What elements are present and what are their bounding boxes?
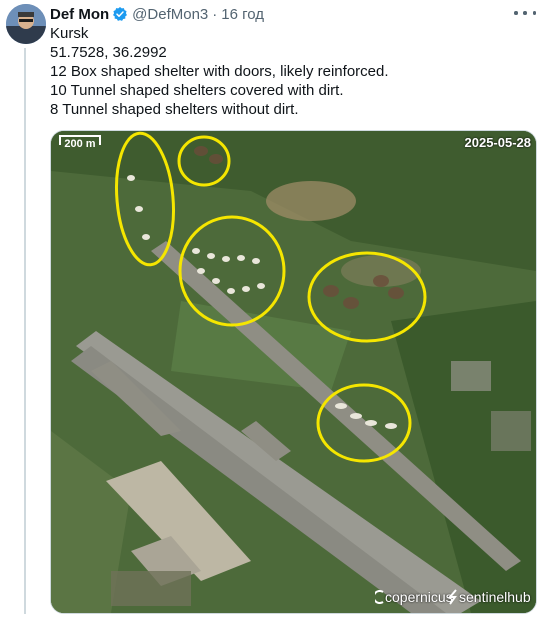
tweet-line-bare-shelters: 8 Tunnel shaped shelters without dirt. [50,101,299,118]
tweet-line-box-shelters: 12 Box shaped shelter with doors, likely… [50,63,389,80]
thread-line [24,48,26,614]
copernicus-text: copernicus [385,589,453,605]
sentinelhub-text: sentinelhub [459,589,531,605]
scale-label: 200 m [64,138,96,150]
author-name[interactable]: Def Mon [50,6,109,23]
copernicus-watermark: copernicus [375,589,453,605]
author-handle[interactable]: @DefMon3 [132,6,208,23]
more-options-icon[interactable] [514,5,536,21]
tweet-header: Def Mon @DefMon3 · 16 год [50,4,264,24]
tweet-text: Kursk 51.7528, 36.2992 12 Box shaped she… [50,24,530,119]
copernicus-logo-icon [375,590,384,604]
separator-dot: · [212,5,218,23]
tweet-line-coordinates: 51.7528, 36.2992 [50,44,167,61]
avatar-image [6,4,46,44]
avatar[interactable] [6,4,46,44]
airfield-satellite-view [51,131,536,613]
tweet-line-location: Kursk [50,25,89,42]
image-date: 2025-05-28 [464,135,532,150]
tweet-timestamp[interactable]: 16 год [221,6,264,23]
verified-badge-icon [113,7,128,21]
sentinelhub-watermark: sentinelhub [447,589,531,605]
tweet-line-dirt-shelters: 10 Tunnel shaped shelters covered with d… [50,82,344,99]
satellite-image[interactable]: 200 m 2025-05-28 copernicus sentinelhub [50,130,537,614]
sentinelhub-logo-icon [447,589,457,605]
